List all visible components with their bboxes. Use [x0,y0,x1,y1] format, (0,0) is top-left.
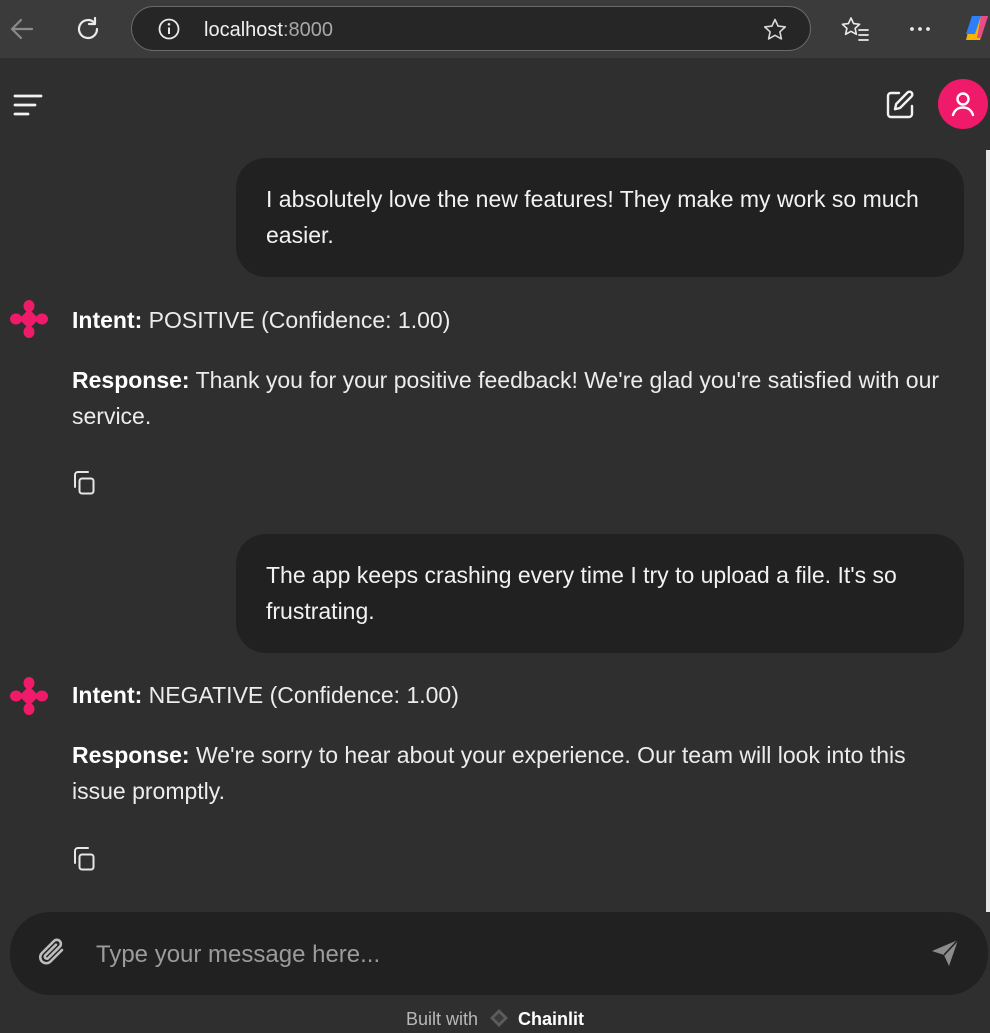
response-label: Response: [72,367,190,393]
send-icon [932,939,959,966]
url-text: localhost:8000 [204,18,333,42]
intent-label: Intent: [72,682,143,708]
intent-value: POSITIVE (Confidence: 1.00) [142,307,451,333]
assistant-response-line: Response: Thank you for your positive fe… [72,362,962,434]
browser-toolbar: localhost:8000 [0,0,990,58]
copy-button[interactable] [72,846,96,872]
assistant-intent-line: Intent: POSITIVE (Confidence: 1.00) [72,302,962,338]
scrollbar[interactable] [986,150,990,912]
favorites-icon [841,17,869,41]
info-icon[interactable] [158,18,180,40]
response-value: We're sorry to hear about your experienc… [72,742,906,804]
footer-brand[interactable]: Chainlit [518,1009,584,1029]
favorites-button[interactable] [838,12,872,46]
new-chat-button[interactable] [884,89,916,121]
assistant-intent-line: Intent: NEGATIVE (Confidence: 1.00) [72,677,962,713]
chainlit-logo-icon [10,677,48,715]
paperclip-icon [39,938,64,965]
intent-value: NEGATIVE (Confidence: 1.00) [142,682,459,708]
copy-icon [74,471,95,495]
url-port: :8000 [282,19,333,41]
user-message-text: I absolutely love the new features! They… [266,186,919,248]
copy-button[interactable] [72,470,96,496]
back-button[interactable] [5,12,39,46]
attach-button[interactable] [34,934,72,972]
chainlit-mark-icon [490,1009,509,1027]
intent-label: Intent: [72,307,143,333]
assistant-response-line: Response: We're sorry to hear about your… [72,737,962,809]
url-host: localhost [204,19,283,41]
message-composer [10,912,988,995]
response-label: Response: [72,742,190,768]
user-message-text: The app keeps crashing every time I try … [266,562,897,624]
user-avatar-button[interactable] [938,79,988,129]
copy-icon [74,847,95,871]
chainlit-logo-icon [10,300,48,338]
copilot-icon[interactable] [964,14,990,42]
user-message: The app keeps crashing every time I try … [236,534,964,653]
message-input[interactable] [94,934,878,976]
more-icon [910,27,930,31]
menu-button[interactable] [12,92,44,118]
menu-icon [13,94,43,116]
footer-prefix: Built with [405,1009,478,1029]
response-value: Thank you for your positive feedback! We… [72,367,940,429]
reload-icon [77,16,99,40]
reload-button[interactable] [71,12,105,46]
star-icon[interactable] [762,17,788,43]
send-button[interactable] [928,936,962,970]
address-bar[interactable]: localhost:8000 [131,6,811,51]
footer: Built with Chainlit [0,1008,990,1030]
edit-icon [886,90,914,119]
user-message: I absolutely love the new features! They… [236,158,964,277]
user-icon [951,92,975,117]
arrow-left-icon [10,18,34,40]
more-button[interactable] [903,12,937,46]
